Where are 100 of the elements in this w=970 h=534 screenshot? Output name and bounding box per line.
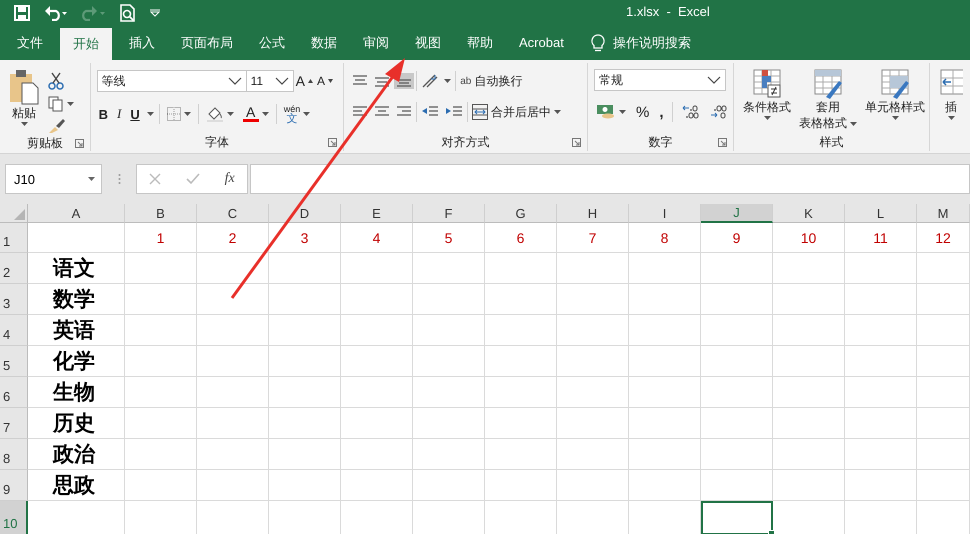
column-header[interactable]: H <box>557 204 629 223</box>
column-header[interactable]: E <box>341 204 413 223</box>
caret-icon[interactable] <box>303 112 310 116</box>
row-header[interactable]: 10 <box>0 501 28 534</box>
caret-icon[interactable] <box>892 116 898 120</box>
column-header[interactable]: F <box>413 204 485 223</box>
row-header[interactable]: 7 <box>0 408 28 439</box>
caret-down-icon <box>328 79 333 83</box>
ribbon-tab[interactable]: 开始 <box>60 28 112 60</box>
table-cell <box>773 284 845 315</box>
caret-icon[interactable] <box>226 112 234 116</box>
caret-icon[interactable] <box>554 110 562 114</box>
row-header[interactable]: 6 <box>0 377 28 408</box>
table-cell <box>125 346 197 377</box>
table-cell <box>917 377 970 408</box>
lightbulb-icon[interactable] <box>590 34 605 52</box>
row-header[interactable]: 1 <box>0 223 28 253</box>
row-header[interactable]: 2 <box>0 253 28 284</box>
formula-input[interactable] <box>250 164 970 194</box>
font-color-button[interactable]: A <box>240 105 271 123</box>
row-header[interactable]: 9 <box>0 470 28 501</box>
tell-me-search[interactable]: 操作说明搜索 <box>612 34 691 52</box>
caret-icon[interactable] <box>146 112 154 116</box>
caret-icon[interactable] <box>764 116 770 120</box>
cell-styles-button[interactable]: 单元格样式 <box>862 69 928 133</box>
insert-function-button[interactable]: fx <box>224 171 235 187</box>
caret-icon[interactable] <box>948 116 954 120</box>
column-header[interactable]: I <box>629 204 701 223</box>
row-header[interactable]: 8 <box>0 439 28 470</box>
table-cell <box>341 346 413 377</box>
insert-cells-button[interactable]: 插 <box>938 69 964 120</box>
ribbon-tab[interactable]: 视图 <box>402 25 454 60</box>
ribbon-tab[interactable]: 文件 <box>4 25 56 60</box>
paste-button[interactable]: 粘贴 <box>6 69 42 135</box>
undo-icon[interactable] <box>44 4 68 20</box>
save-icon[interactable] <box>14 4 30 20</box>
column-header[interactable]: D <box>269 204 341 223</box>
format-as-table-button[interactable]: 套用 表格格式 <box>796 69 860 133</box>
bold-button[interactable]: B <box>96 106 110 122</box>
caret-icon[interactable] <box>184 112 191 116</box>
table-cell <box>557 439 629 470</box>
ribbon-tab[interactable]: 页面布局 <box>168 25 246 60</box>
number-format-field[interactable]: 常规 <box>594 69 726 91</box>
ribbon-tab[interactable]: 数据 <box>298 25 350 60</box>
dialog-launcher-icon[interactable] <box>718 138 727 147</box>
dialog-launcher-icon[interactable] <box>572 138 581 147</box>
ribbon-tab[interactable]: 插入 <box>116 25 168 60</box>
font-name-field[interactable]: 等线 <box>96 70 247 92</box>
column-header[interactable]: G <box>485 204 557 223</box>
column-header[interactable]: C <box>197 204 269 223</box>
table-cell <box>341 439 413 470</box>
print-preview-icon[interactable] <box>120 4 136 22</box>
column-header[interactable]: K <box>773 204 845 223</box>
phonetic-guide-button[interactable]: wén 文 <box>282 103 312 125</box>
dialog-launcher-icon[interactable] <box>74 139 84 148</box>
caret-up-icon <box>308 79 313 83</box>
italic-button[interactable]: I <box>114 105 124 123</box>
table-cell <box>269 470 341 501</box>
copy-button[interactable] <box>46 95 76 113</box>
ribbon-tab[interactable]: Acrobat <box>506 25 577 60</box>
customize-caret-icon[interactable] <box>150 8 160 16</box>
ribbon-tab[interactable]: 审阅 <box>350 25 402 60</box>
table-cell <box>701 253 773 284</box>
underline-button[interactable]: U <box>128 106 142 122</box>
conditional-format-icon <box>751 69 783 99</box>
column-header[interactable]: A <box>28 204 125 223</box>
row-header[interactable]: 5 <box>0 346 28 377</box>
table-cell <box>485 439 557 470</box>
caret-icon[interactable] <box>262 112 269 116</box>
ribbon-tab[interactable]: 帮助 <box>454 25 506 60</box>
column-header[interactable]: M <box>917 204 970 223</box>
caret-icon[interactable] <box>619 110 626 114</box>
conditional-formatting-button[interactable]: 条件格式 <box>740 69 794 133</box>
percent-button[interactable]: % <box>634 102 652 122</box>
column-header[interactable]: J <box>701 204 773 223</box>
caret-icon[interactable] <box>444 79 452 83</box>
ribbon-tab[interactable]: 公式 <box>246 25 298 60</box>
table-cell <box>125 377 197 408</box>
comma-button[interactable]: , <box>657 102 666 122</box>
accounting-format-button[interactable] <box>594 103 628 121</box>
table-cell <box>125 253 197 284</box>
name-box[interactable]: J10 <box>5 164 102 194</box>
caret-icon[interactable] <box>67 102 74 106</box>
borders-button[interactable] <box>164 106 193 122</box>
table-cell <box>197 408 269 439</box>
decrease-font-size-button[interactable]: A <box>314 73 335 89</box>
column-header[interactable]: B <box>125 204 197 223</box>
increase-font-size-button[interactable]: A <box>294 72 315 90</box>
merge-cells-icon <box>472 104 488 120</box>
font-size-field[interactable]: 11 <box>246 70 294 92</box>
row-header[interactable]: 3 <box>0 284 28 315</box>
row-header[interactable]: 4 <box>0 315 28 346</box>
caret-icon[interactable] <box>850 122 857 126</box>
drag-handle-icon[interactable] <box>118 173 120 185</box>
wrap-text-button[interactable]: ab 自动换行 <box>458 72 524 90</box>
merge-center-button[interactable]: 合并后居中 <box>470 102 564 122</box>
dialog-launcher-icon[interactable] <box>328 138 338 147</box>
check-icon[interactable] <box>186 173 200 185</box>
caret-icon[interactable] <box>20 122 28 126</box>
column-header[interactable]: L <box>845 204 917 223</box>
